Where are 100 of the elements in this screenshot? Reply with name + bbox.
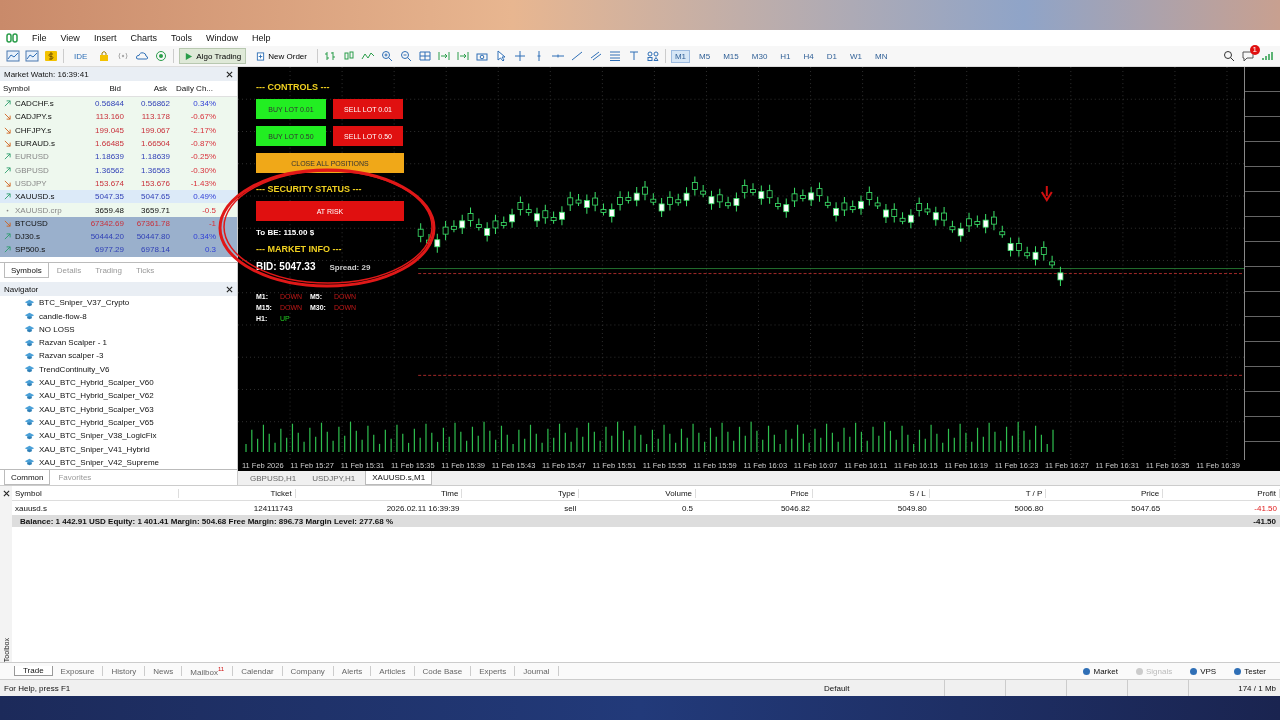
chart-icon[interactable] — [6, 50, 20, 62]
shapes-icon[interactable] — [645, 50, 660, 62]
column-header[interactable]: Profit — [1163, 488, 1280, 498]
panel-tab[interactable]: Symbols — [4, 263, 49, 279]
column-header[interactable]: Daily Ch... — [172, 84, 216, 93]
symbol-row[interactable]: CADCHF.s 0.56844 0.56862 0.34% — [0, 97, 237, 111]
toolbox-tab[interactable]: Exposure — [52, 665, 104, 677]
menu-item[interactable]: Help — [251, 33, 271, 43]
expert-advisor-item[interactable]: XAU_BTC_Hybrid_Scalper_V62 — [24, 389, 237, 403]
candles-icon[interactable] — [341, 50, 356, 62]
column-header[interactable]: S / L — [812, 488, 930, 498]
column-header[interactable]: Ask — [126, 84, 170, 93]
expert-advisor-item[interactable]: XAU_BTC_Sniper_V38_LogicFix — [24, 429, 237, 443]
expert-advisor-item[interactable]: TrendContinuity_V6 — [24, 362, 237, 376]
scroll-icon[interactable] — [436, 50, 451, 62]
timeframe-button[interactable]: M1 — [670, 49, 691, 63]
break-even-text: To BE: 115.00 $ — [256, 228, 316, 237]
menu-item[interactable]: File — [32, 33, 47, 43]
chart-tab[interactable]: GBPUSD,H1 — [244, 471, 303, 485]
expert-advisor-item[interactable]: candle-flow-8 — [24, 309, 237, 323]
trend-icon[interactable] — [569, 50, 584, 62]
chart-icon[interactable] — [25, 50, 39, 62]
toolbox-tab[interactable]: Mailbox$^{11}$ — [182, 665, 234, 677]
column-header[interactable]: Volume — [579, 488, 697, 498]
toolbox-tab[interactable]: Journal — [515, 665, 559, 677]
column-header[interactable]: Symbol — [12, 488, 179, 498]
toolbox-tab[interactable]: Code Base — [414, 665, 472, 677]
expert-advisor-item[interactable]: BTC_Sniper_V37_Crypto — [24, 296, 237, 310]
timeframe-button[interactable]: M30 — [747, 49, 772, 63]
service-button[interactable]: VPS — [1184, 665, 1223, 677]
expert-advisor-item[interactable]: XAU_BTC_Hybrid_Scalper_V65 — [24, 415, 237, 430]
globe-icon[interactable] — [154, 50, 169, 62]
menu-item[interactable]: Charts — [130, 33, 157, 43]
panel-tab[interactable]: Common — [4, 470, 51, 485]
timeframe-button[interactable]: H1 — [776, 49, 795, 63]
signal-icon[interactable] — [116, 50, 131, 62]
search-icon[interactable] — [1222, 50, 1236, 62]
camera-icon[interactable] — [474, 50, 489, 62]
menu-item[interactable]: Insert — [93, 33, 117, 43]
chat-icon[interactable] — [1241, 50, 1255, 62]
column-header[interactable]: Price — [696, 488, 813, 498]
symbol-row[interactable]: XAUUSD.s 5047.35 5047.65 0.49% — [0, 190, 237, 204]
symbol-row[interactable]: SP500.s 6977.29 6978.14 0.3 — [0, 243, 237, 257]
toolbox-tab[interactable]: Trade — [14, 665, 53, 677]
menu-item[interactable]: Tools — [170, 33, 192, 43]
column-header[interactable]: Symbol — [0, 84, 80, 93]
close-icon[interactable] — [226, 285, 233, 293]
bars-icon[interactable] — [322, 50, 337, 62]
expert-advisor-item[interactable]: XAU_BTC_Sniper_V41_Hybrid — [24, 442, 237, 456]
cloud-icon[interactable] — [135, 50, 150, 62]
chart-tab[interactable]: USDJPY,H1 — [306, 471, 362, 485]
zoom-in-icon[interactable] — [379, 50, 394, 62]
column-header[interactable]: Ticket — [178, 488, 296, 498]
column-header[interactable]: Type — [462, 488, 580, 498]
timeframe-button[interactable]: H4 — [799, 49, 818, 63]
timeframe-button[interactable]: M15 — [719, 49, 743, 63]
algo-trading-button[interactable]: Algo Trading — [179, 48, 247, 64]
fibo-icon[interactable] — [607, 50, 622, 62]
ide-button[interactable]: IDE — [69, 48, 93, 64]
toolbox-tab[interactable]: Company — [282, 665, 334, 677]
timeframe-button[interactable]: MN — [871, 49, 892, 63]
zoom-out-icon[interactable] — [398, 50, 413, 62]
expert-advisor-item[interactable]: NO LOSS — [24, 322, 237, 337]
channel-icon[interactable] — [588, 50, 603, 62]
close-icon[interactable] — [2, 490, 10, 497]
toolbox-tab[interactable]: Articles — [371, 665, 415, 677]
column-header[interactable]: Time — [295, 488, 463, 498]
new-order-button[interactable]: New Order — [251, 48, 312, 64]
timeframe-button[interactable]: M5 — [695, 49, 715, 63]
column-header[interactable]: Bid — [82, 84, 124, 93]
timeframe-button[interactable]: W1 — [846, 49, 867, 63]
symbol-row[interactable]: GBPUSD 1.36562 1.36563 -0.30% — [0, 163, 237, 177]
toolbox-tab[interactable]: Calendar — [233, 665, 283, 677]
expert-advisor-item[interactable]: XAU_BTC_Hybrid_Scalper_V63 — [24, 402, 237, 416]
expert-advisor-item[interactable]: Razvan scalper -3 — [24, 349, 237, 363]
column-header[interactable]: T / P — [929, 488, 1047, 498]
dollar-icon[interactable] — [44, 50, 58, 62]
toolbox-tab[interactable]: News — [145, 665, 183, 677]
shift-icon[interactable] — [455, 50, 470, 62]
chart-tab[interactable]: XAUUSD.s,M1 — [365, 471, 433, 485]
toolbox-tab[interactable]: Alerts — [333, 665, 372, 677]
close-icon[interactable] — [226, 70, 233, 78]
menu-item[interactable]: View — [60, 33, 80, 43]
symbol-row[interactable]: CADJPY.s 113.160 113.178 -0.67% — [0, 110, 237, 124]
timeframe-button[interactable]: D1 — [822, 49, 842, 63]
line-icon[interactable] — [360, 50, 375, 62]
symbol-row[interactable]: EURUSD 1.18639 1.18639 -0.25% — [0, 150, 237, 164]
column-header[interactable]: Price — [1046, 488, 1164, 498]
symbol-row[interactable]: XAUUSD.crp 3659.48 3659.71 -0.5 — [0, 203, 237, 217]
toolbox-tab[interactable]: History — [103, 665, 146, 677]
crosshair-icon[interactable] — [512, 50, 527, 62]
menu-item[interactable]: Window — [205, 33, 238, 43]
expert-advisor-item[interactable]: XAU_BTC_Hybrid_Scalper_V60 — [24, 375, 237, 390]
expert-advisor-item[interactable]: Razvan Scalper - 1 — [24, 336, 237, 350]
toolbox-tab[interactable]: Experts — [471, 665, 516, 677]
service-button[interactable]: Market — [1077, 665, 1124, 677]
bid-price: 50444.20 — [89, 232, 124, 242]
expert-advisor-item[interactable]: XAU_BTC_Sniper_V42_Supreme — [24, 455, 237, 469]
service-button[interactable]: Tester — [1228, 665, 1272, 677]
grid-icon[interactable] — [417, 50, 432, 62]
